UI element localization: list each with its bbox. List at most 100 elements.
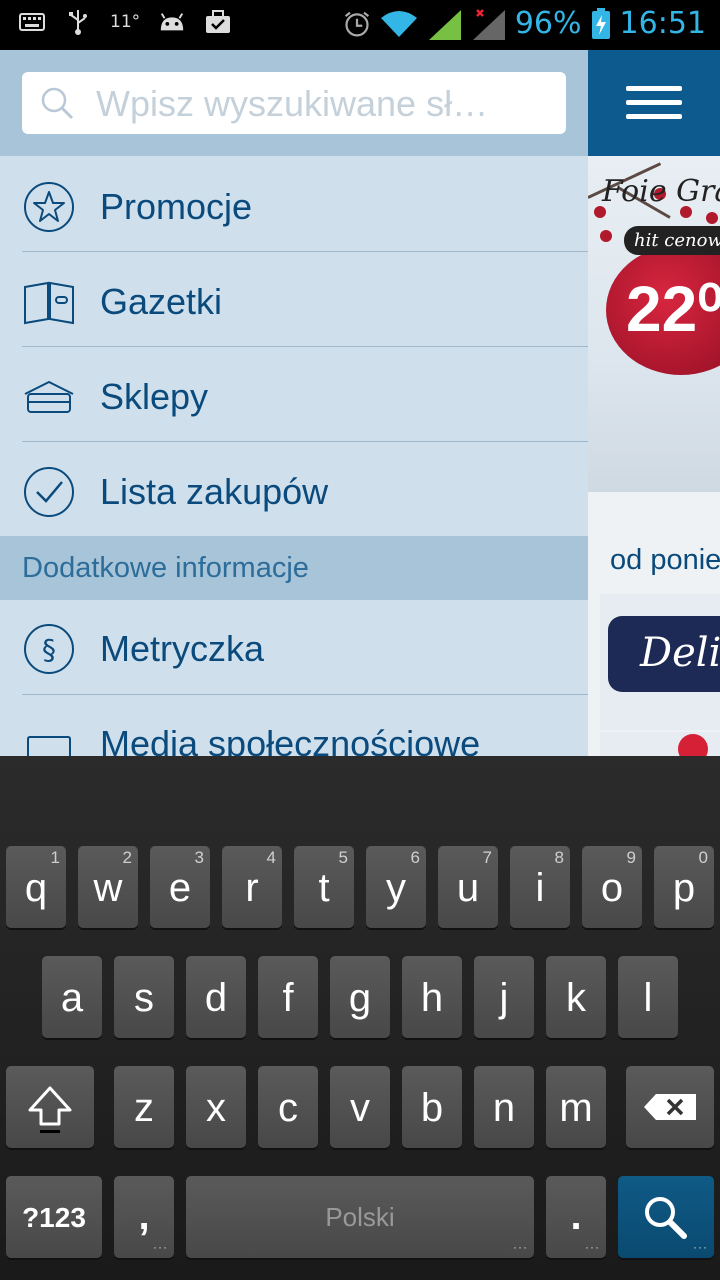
product-thumbnail: [678, 734, 708, 756]
keyboard-icon: [18, 8, 46, 36]
divider: [22, 346, 588, 347]
key-label: k: [566, 976, 586, 1020]
section-sign-icon: §: [24, 624, 74, 674]
key-w[interactable]: 2w: [78, 846, 138, 928]
space-key[interactable]: Polski ···: [186, 1176, 534, 1258]
menu-item-label: Promocje: [100, 186, 253, 227]
main-content-peek[interactable]: Foie Gras hit cenowy 22⁰⁰ od ponie Deli: [588, 50, 720, 756]
key-label: e: [168, 866, 192, 910]
key-d[interactable]: d: [186, 956, 246, 1038]
star-icon: [24, 182, 74, 232]
menu-item-lista-zakupow[interactable]: Lista zakupów: [0, 444, 588, 539]
key-f[interactable]: f: [258, 956, 318, 1038]
search-key[interactable]: ···: [618, 1176, 714, 1258]
key-k[interactable]: k: [546, 956, 606, 1038]
more-indicator: ···: [693, 1240, 708, 1254]
menu-item-label: Gazetki: [100, 281, 223, 322]
key-y[interactable]: 6y: [366, 846, 426, 928]
chat-bubble-icon: [27, 736, 71, 756]
key-label: z: [134, 1086, 154, 1130]
key-j[interactable]: j: [474, 956, 534, 1038]
more-indicator: ···: [153, 1240, 168, 1254]
key-label: s: [134, 976, 154, 1020]
promo-title: Foie Gras: [602, 174, 720, 209]
key-hint: 5: [338, 848, 348, 867]
status-bar: 11° 96% 16:51: [0, 0, 720, 50]
key-label: l: [643, 976, 653, 1020]
key-label: w: [93, 866, 123, 910]
search-input[interactable]: [94, 78, 558, 130]
key-o[interactable]: 9o: [582, 846, 642, 928]
key-a[interactable]: a: [42, 956, 102, 1038]
key-hint: 3: [194, 848, 204, 867]
key-hint: 7: [482, 848, 492, 867]
section-title: Dodatkowe informacje: [22, 552, 309, 584]
search-icon: [645, 1197, 687, 1239]
key-c[interactable]: c: [258, 1066, 318, 1148]
key-hint: 4: [266, 848, 276, 867]
key-label: a: [60, 976, 84, 1020]
app-toolbar: [588, 50, 720, 156]
berry-decoration: [600, 230, 612, 242]
search-box[interactable]: [22, 72, 566, 134]
key-v[interactable]: v: [330, 1066, 390, 1148]
shift-key[interactable]: [6, 1066, 94, 1148]
symbols-key[interactable]: ?123: [6, 1176, 102, 1258]
menu-item-media-spolecznosciowe[interactable]: Media społecznościowe: [0, 696, 588, 756]
key-r[interactable]: 4r: [222, 846, 282, 928]
key-hint: 6: [410, 848, 420, 867]
key-label: ?123: [22, 1202, 86, 1233]
key-label: p: [672, 866, 696, 910]
key-q[interactable]: 1q: [6, 846, 66, 928]
key-label: ,: [138, 1194, 150, 1238]
menu-item-promocje[interactable]: Promocje: [0, 159, 588, 254]
key-label: t: [318, 866, 330, 910]
key-hint: 9: [626, 848, 636, 867]
backspace-key[interactable]: [626, 1066, 714, 1148]
android-icon: [158, 8, 186, 36]
comma-key[interactable]: , ···: [114, 1176, 174, 1258]
signal-no-data-icon: [471, 8, 507, 40]
key-b[interactable]: b: [402, 1066, 462, 1148]
date-text: od ponie: [610, 544, 720, 576]
menu-item-label: Media społecznościowe: [100, 723, 481, 756]
more-indicator: ···: [513, 1240, 528, 1254]
key-x[interactable]: x: [186, 1066, 246, 1148]
key-s[interactable]: s: [114, 956, 174, 1038]
signal-icon: [427, 9, 463, 40]
menu-item-metryczka[interactable]: § Metryczka: [0, 601, 588, 696]
menu-item-label: Sklepy: [100, 376, 209, 417]
key-label: f: [282, 976, 294, 1020]
key-hint: 2: [122, 848, 132, 867]
key-label: v: [350, 1086, 370, 1130]
period-key[interactable]: . ···: [546, 1176, 606, 1258]
hamburger-icon[interactable]: [626, 86, 682, 120]
key-h[interactable]: h: [402, 956, 462, 1038]
status-right: 96% 16:51: [343, 6, 706, 41]
divider: [22, 694, 588, 695]
alarm-icon: [343, 10, 371, 38]
key-g[interactable]: g: [330, 956, 390, 1038]
key-i[interactable]: 8i: [510, 846, 570, 928]
menu-item-gazetki[interactable]: Gazetki: [0, 254, 588, 349]
menu-item-sklepy[interactable]: Sklepy: [0, 349, 588, 444]
key-n[interactable]: n: [474, 1066, 534, 1148]
key-z[interactable]: z: [114, 1066, 174, 1148]
key-t[interactable]: 5t: [294, 846, 354, 928]
checkmark-circle-icon: [24, 467, 74, 517]
battery-charging-icon: [590, 7, 612, 39]
backspace-icon: [644, 1094, 696, 1120]
key-u[interactable]: 7u: [438, 846, 498, 928]
key-l[interactable]: l: [618, 956, 678, 1038]
divider: [22, 441, 588, 442]
key-e[interactable]: 3e: [150, 846, 210, 928]
key-label: x: [206, 1086, 226, 1130]
temperature-text: 11°: [110, 12, 141, 32]
key-label: c: [278, 1086, 298, 1130]
key-p[interactable]: 0p: [654, 846, 714, 928]
search-bar: [0, 50, 588, 156]
key-label: q: [24, 866, 48, 910]
divider: [22, 251, 588, 252]
key-m[interactable]: m: [546, 1066, 606, 1148]
key-label: n: [492, 1086, 516, 1130]
